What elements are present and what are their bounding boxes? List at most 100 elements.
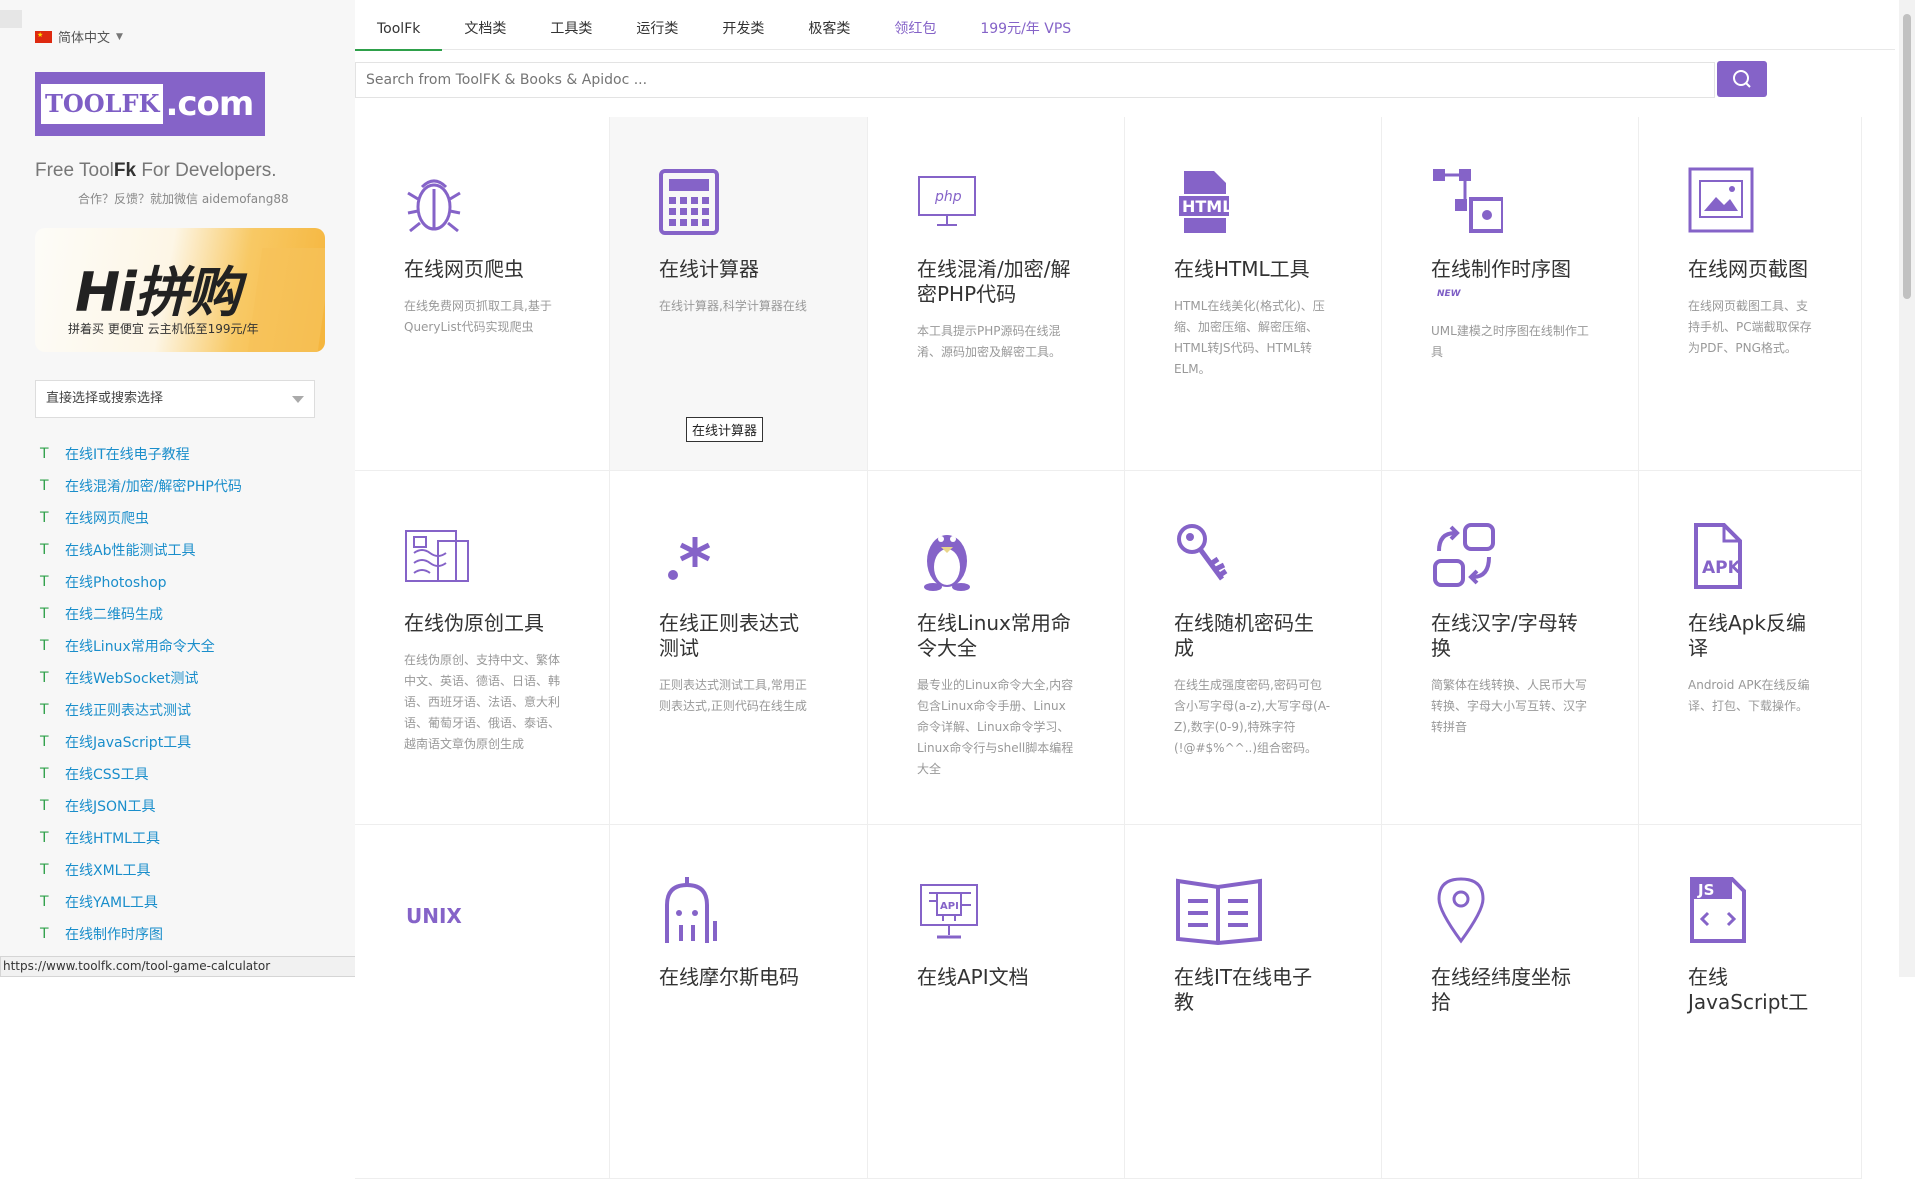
- tool-card-description: 在线伪原创、支持中文、繁体中文、英语、德语、日语、韩语、西班牙语、法语、意大利语…: [404, 653, 561, 751]
- sidebar-item[interactable]: T 在线CSS工具: [40, 758, 242, 790]
- search-button[interactable]: [1717, 61, 1767, 97]
- select-placeholder: 直接选择或搜索选择: [46, 391, 164, 406]
- search-icon: [1733, 70, 1751, 88]
- sidebar-item-label[interactable]: 在线WebSocket测试: [65, 668, 198, 688]
- sidebar-item-label[interactable]: 在线XML工具: [65, 860, 150, 880]
- tab-red-packet[interactable]: 领红包: [872, 0, 958, 50]
- tool-card[interactable]: 在线网页截图 在线网页截图工具、支持手机、PC端截取保存为PDF、PNG格式。: [1639, 117, 1862, 471]
- scrollbar[interactable]: [1899, 0, 1915, 977]
- sidebar-item[interactable]: T 在线二维码生成: [40, 598, 242, 630]
- sidebar-item-label[interactable]: 在线Linux常用命令大全: [65, 636, 215, 656]
- document-icon: [404, 521, 560, 591]
- logo-text-right: .com: [165, 84, 254, 124]
- tab-run[interactable]: 运行类: [614, 0, 700, 50]
- sidebar-item[interactable]: T 在线混淆/加密/解密PHP代码: [40, 470, 242, 502]
- svg-text:APK: APK: [1702, 558, 1742, 578]
- tool-t-icon: T: [40, 798, 49, 814]
- sidebar-item-label[interactable]: 在线JSON工具: [65, 796, 156, 816]
- tool-card-description: 简繁体在线转换、人民币大写转换、字母大小写互转、汉字转拼音: [1431, 678, 1588, 734]
- tool-select[interactable]: 直接选择或搜索选择: [35, 380, 315, 418]
- sidebar-item-label[interactable]: 在线JavaScript工具: [65, 732, 191, 752]
- sidebar-item-label[interactable]: 在线二维码生成: [65, 604, 163, 624]
- tab-docs[interactable]: 文档类: [442, 0, 528, 50]
- tool-card[interactable]: 在线正则表达式测试 正则表达式测试工具,常用正则表达式,正则代码在线生成: [610, 471, 868, 825]
- html-icon: HTML: [1174, 167, 1332, 237]
- tool-card[interactable]: API 在线API文档: [868, 825, 1125, 1179]
- tool-card[interactable]: 在线汉字/字母转换简繁体在线转换、人民币大写转换、字母大小写互转、汉字转拼音: [1382, 471, 1639, 825]
- tool-card-title: 在线IT在线电子教: [1174, 965, 1313, 1014]
- tool-card[interactable]: JS 在线JavaScript工: [1639, 825, 1862, 1179]
- banner-decoration: [247, 248, 325, 352]
- site-logo[interactable]: TOOLFK .com: [35, 72, 265, 136]
- tool-card[interactable]: UNIX: [355, 825, 610, 1179]
- tool-card-title: 在线API文档: [917, 965, 1029, 989]
- regex-icon: [659, 521, 818, 591]
- tool-card[interactable]: 在线网页爬虫 在线免费网页抓取工具,基于QueryList代码实现爬虫: [355, 117, 610, 471]
- unix-icon: UNIX: [404, 875, 560, 945]
- sidebar-item-label[interactable]: 在线制作时序图: [65, 924, 163, 944]
- api-icon: API: [917, 875, 1075, 945]
- sidebar-item-label[interactable]: 在线HTML工具: [65, 828, 160, 848]
- tab-dev[interactable]: 开发类: [700, 0, 786, 50]
- tool-card[interactable]: HTML 在线HTML工具 HTML在线美化(格式化)、压缩、加密压缩、解密压缩、H…: [1125, 117, 1382, 471]
- sidebar-item[interactable]: T 在线正则表达式测试: [40, 694, 242, 726]
- tool-card-title: 在线Apk反编译: [1688, 611, 1806, 660]
- sidebar-item[interactable]: T 在线YAML工具: [40, 886, 242, 918]
- sidebar-item-label[interactable]: 在线正则表达式测试: [65, 700, 191, 720]
- sidebar-item-label[interactable]: 在线IT在线电子教程: [65, 444, 190, 464]
- scrollbar-thumb[interactable]: [1903, 14, 1911, 299]
- tool-t-icon: T: [40, 542, 49, 558]
- convert-icon: [1431, 521, 1589, 591]
- tool-card[interactable]: 在线摩尔斯电码: [610, 825, 868, 1179]
- sidebar-item[interactable]: T 在线IT在线电子教程: [40, 438, 242, 470]
- sidebar-item[interactable]: T 在线JSON工具: [40, 790, 242, 822]
- sidebar-item-label[interactable]: 在线Ab性能测试工具: [65, 540, 195, 560]
- tool-card[interactable]: php 在线混淆/加密/解密PHP代码 本工具提示PHP源码在线混淆、源码加密及解密…: [868, 117, 1125, 471]
- tool-card[interactable]: APK 在线Apk反编译 Android APK在线反编译、打包、下载操作。: [1639, 471, 1862, 825]
- tool-card-title: 在线HTML工具: [1174, 257, 1310, 281]
- sidebar-item[interactable]: T 在线Ab性能测试工具: [40, 534, 242, 566]
- tool-t-icon: T: [40, 766, 49, 782]
- logo-text-left: TOOLFK: [41, 84, 164, 124]
- sidebar-item[interactable]: T 在线Photoshop: [40, 566, 242, 598]
- bug-icon: [404, 167, 560, 237]
- tool-card[interactable]: 在线伪原创工具 在线伪原创、支持中文、繁体中文、英语、德语、日语、韩语、西班牙语、…: [355, 471, 610, 825]
- tool-card-description: 在线计算器,科学计算器在线: [659, 299, 807, 313]
- tool-card-title: 在线汉字/字母转换: [1431, 611, 1578, 660]
- sidebar-item-label[interactable]: 在线网页爬虫: [65, 508, 149, 528]
- tool-card[interactable]: 在线经纬度坐标拾: [1382, 825, 1639, 1179]
- sidebar-item-label[interactable]: 在线CSS工具: [65, 764, 149, 784]
- promo-banner[interactable]: Hi拼购 拼着买 更便宜 云主机低至199元/年: [35, 228, 325, 352]
- tab-geek[interactable]: 极客类: [786, 0, 872, 50]
- tab-vps[interactable]: 199元/年 VPS: [958, 0, 1093, 50]
- tool-card[interactable]: 在线随机密码生成 在线生成强度密码,密码可包含小写字母(a-z),大写字母(A-Z…: [1125, 471, 1382, 825]
- sidebar-item-label[interactable]: 在线Photoshop: [65, 572, 167, 592]
- tool-t-icon: T: [40, 734, 49, 750]
- tool-card-description: 在线生成强度密码,密码可包含小写字母(a-z),大写字母(A-Z),数字(0-9…: [1174, 678, 1331, 755]
- tool-card[interactable]: 在线计算器 在线计算器,科学计算器在线 在线计算器: [610, 117, 868, 471]
- tab-toolfk[interactable]: ToolFk: [355, 0, 443, 51]
- tool-t-icon: T: [40, 702, 49, 718]
- sidebar-item[interactable]: T 在线XML工具: [40, 854, 242, 886]
- sidebar-item[interactable]: T 在线Linux常用命令大全: [40, 630, 242, 662]
- sidebar-item[interactable]: T 在线HTML工具: [40, 822, 242, 854]
- sidebar-item-label[interactable]: 在线YAML工具: [65, 892, 158, 912]
- sidebar-item[interactable]: T 在线制作时序图: [40, 918, 242, 950]
- tool-t-icon: T: [40, 446, 49, 462]
- tool-card-title: 在线混淆/加密/解密PHP代码: [917, 257, 1071, 306]
- search-input[interactable]: [355, 62, 1715, 98]
- sidebar-item[interactable]: T 在线JavaScript工具: [40, 726, 242, 758]
- tool-grid: 在线网页爬虫 在线免费网页抓取工具,基于QueryList代码实现爬虫 在线计算器在…: [355, 117, 1862, 1179]
- tab-tools[interactable]: 工具类: [528, 0, 614, 50]
- tool-card[interactable]: 在线Linux常用命令大全 最专业的Linux命令大全,内容包含Linux命令手册…: [868, 471, 1125, 825]
- sidebar-item[interactable]: T 在线WebSocket测试: [40, 662, 242, 694]
- tool-card-title: 在线制作时序图NEW: [1431, 257, 1571, 299]
- search-bar: [355, 61, 1767, 100]
- tool-card[interactable]: 在线制作时序图NEW UML建模之时序图在线制作工具: [1382, 117, 1639, 471]
- sidebar-item[interactable]: T 在线网页爬虫: [40, 502, 242, 534]
- language-selector[interactable]: 简体中文 ▼: [35, 27, 123, 46]
- sidebar-item-label[interactable]: 在线混淆/加密/解密PHP代码: [65, 476, 242, 496]
- tooltip: 在线计算器: [686, 417, 764, 442]
- tool-card[interactable]: 在线IT在线电子教: [1125, 825, 1382, 1179]
- tool-t-icon: T: [40, 926, 49, 942]
